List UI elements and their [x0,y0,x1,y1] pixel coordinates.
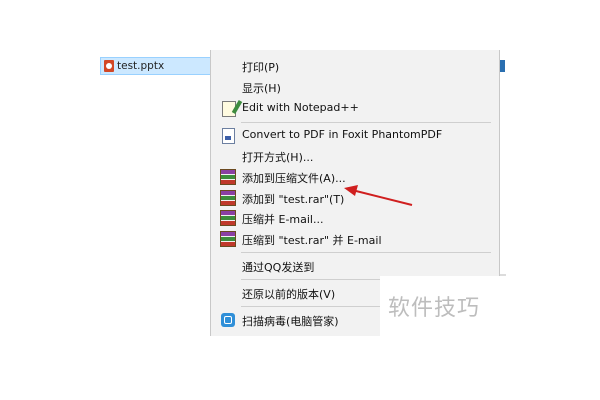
menu-separator [241,122,491,123]
menu-item-label: 压缩并 E-mail... [242,213,324,226]
menu-item-label: 扫描病毒(电脑管家) [242,315,339,328]
menu-item-label: 压缩到 "test.rar" 并 E-mail [242,234,382,247]
menu-item-label: 通过QQ发送到 [242,261,315,274]
menu-item-open-with[interactable]: 打开方式(H)... [211,146,499,166]
menu-item-send-via-qq[interactable]: 通过QQ发送到 [211,256,499,276]
winrar-icon [220,190,236,206]
menu-item-convert-pdf[interactable]: Convert to PDF in Foxit PhantomPDF [211,125,499,145]
menu-item-label: 打印(P) [242,61,280,74]
winrar-icon [220,231,236,247]
winrar-icon [220,169,236,185]
foxit-pdf-icon [220,127,236,144]
menu-item-label: 还原以前的版本(V) [242,288,336,301]
menu-item-label: 打开方式(H)... [242,151,314,164]
menu-item-label: Convert to PDF in Foxit PhantomPDF [242,128,443,141]
tencent-pc-manager-icon [220,312,236,328]
menu-item-label: Edit with Notepad++ [242,101,359,114]
menu-item-compress-to-test-rar-email[interactable]: 压缩到 "test.rar" 并 E-mail [211,229,499,249]
menu-item-show[interactable]: 显示(H) [211,77,499,97]
winrar-icon [220,210,236,226]
menu-separator [241,252,491,253]
powerpoint-file-icon [104,60,114,72]
annotation-arrow-icon [344,185,413,206]
window-edge-mark [500,60,505,72]
watermark-text: 软件技巧 [388,296,481,321]
menu-item-label: 显示(H) [242,82,281,95]
file-name: test.pptx [117,60,165,72]
selected-file-row[interactable]: test.pptx [100,57,214,75]
menu-item-print[interactable]: 打印(P) [211,56,499,76]
menu-item-label: 添加到 "test.rar"(T) [242,193,345,206]
menu-item-edit-notepad[interactable]: Edit with Notepad++ [211,98,499,118]
notepad-plus-plus-icon [220,100,236,117]
